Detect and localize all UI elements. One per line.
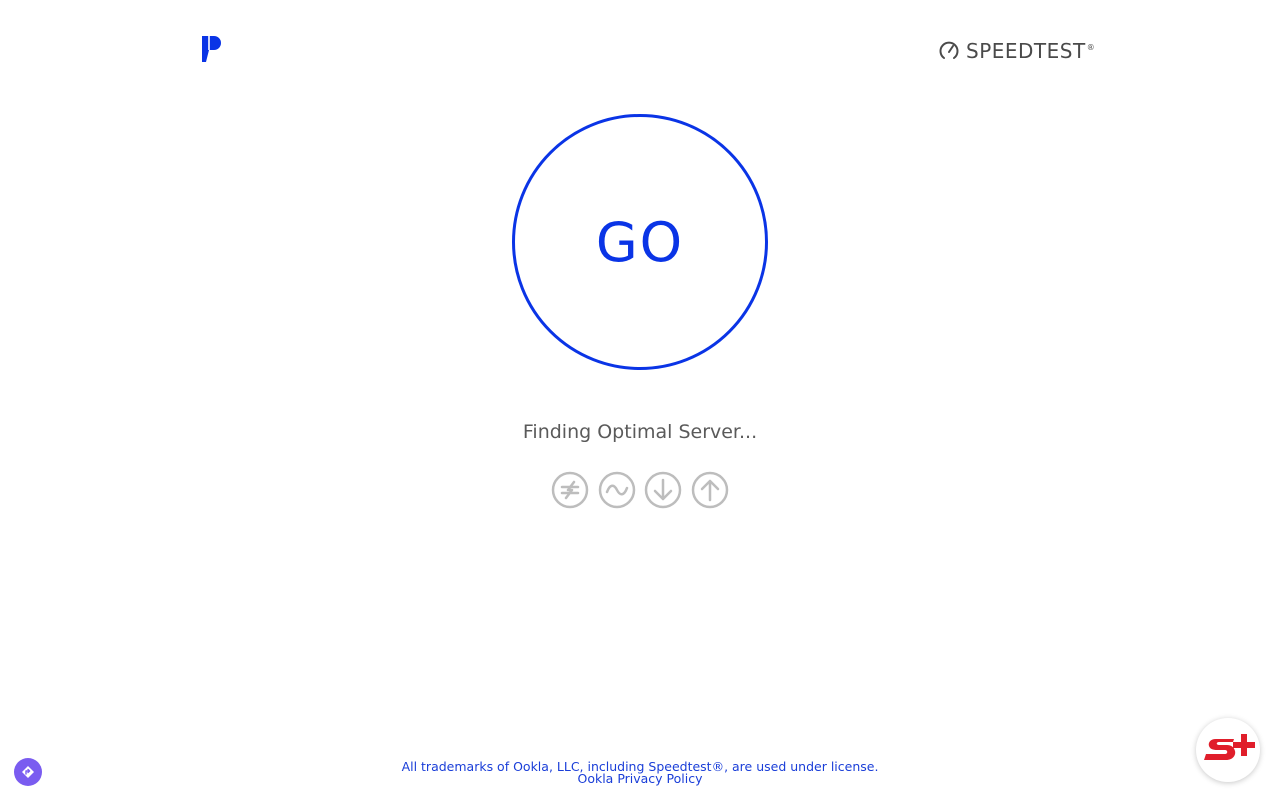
- test-stage-icons: [550, 470, 730, 510]
- speedtest-logo[interactable]: SPEEDTEST®: [938, 38, 1095, 64]
- trademark-symbol: ®: [1086, 43, 1096, 53]
- upload-icon: [691, 471, 729, 509]
- s-plus-logo-icon: [1204, 734, 1255, 760]
- footer: All trademarks of Ookla, LLC, including …: [0, 760, 1280, 785]
- go-button[interactable]: GO: [512, 114, 768, 370]
- privacy-policy-link[interactable]: Ookla Privacy Policy: [0, 772, 1280, 785]
- download-icon: [645, 471, 682, 509]
- corner-artifact: [8, 795, 12, 799]
- compass-icon: [22, 766, 34, 778]
- status-text: Finding Optimal Server...: [522, 421, 758, 443]
- jitter-icon: [598, 471, 635, 509]
- extension-button[interactable]: [14, 758, 42, 786]
- gauge-icon: [939, 41, 959, 59]
- ping-icon: [551, 471, 589, 509]
- go-label: GO: [595, 210, 685, 274]
- speedtest-wordmark: SPEEDTEST®: [966, 39, 1095, 63]
- speedtest-wordmark-text: SPEEDTEST: [966, 39, 1086, 63]
- s-plus-button[interactable]: [1196, 718, 1260, 782]
- page: SPEEDTEST® GO Finding Optimal Server... …: [0, 0, 1280, 800]
- brand-logo-icon[interactable]: [200, 34, 222, 64]
